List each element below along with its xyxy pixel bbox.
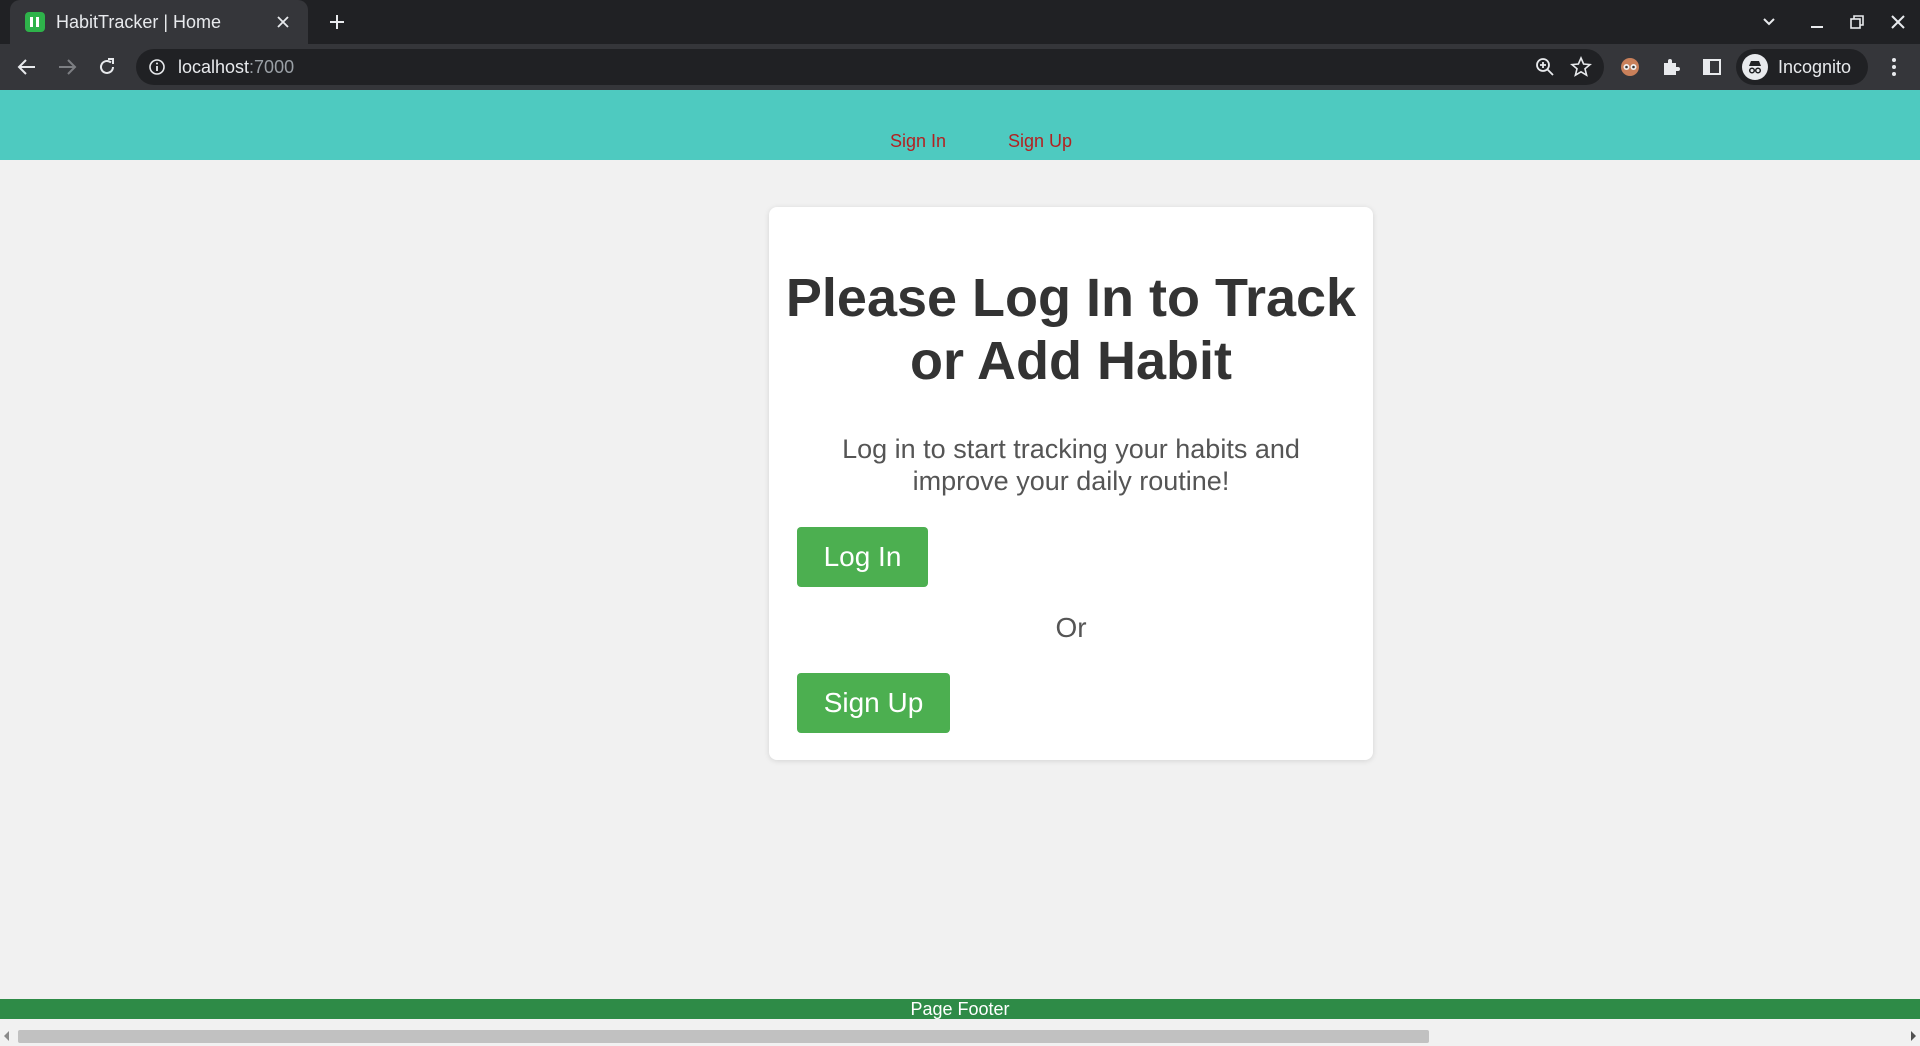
new-tab-icon[interactable]: [325, 10, 349, 34]
browser-tabstrip: HabitTracker | Home: [0, 0, 1920, 44]
minimize-icon[interactable]: [1805, 10, 1829, 34]
browser-tab[interactable]: HabitTracker | Home: [10, 0, 308, 44]
incognito-icon: [1742, 54, 1768, 80]
nav-sign-up-link[interactable]: Sign Up: [1008, 131, 1072, 152]
url-text: localhost:7000: [178, 57, 294, 78]
back-arrow-icon[interactable]: [15, 55, 39, 79]
horizontal-scrollbar[interactable]: [0, 1026, 1920, 1046]
side-panel-icon[interactable]: [1700, 55, 1724, 79]
or-separator: Or: [1055, 612, 1087, 643]
restore-window-icon[interactable]: [1845, 10, 1869, 34]
extension-mask-icon[interactable]: [1618, 55, 1642, 79]
url-host: localhost: [178, 57, 250, 77]
tab-title: HabitTracker | Home: [56, 11, 222, 32]
profile-button[interactable]: Incognito: [1736, 49, 1868, 85]
site-nav-bar: Sign In Sign Up: [0, 90, 1920, 160]
close-window-icon[interactable]: [1886, 10, 1910, 34]
close-tab-icon[interactable]: [272, 11, 294, 33]
scroll-right-arrow-icon[interactable]: [1911, 1031, 1916, 1041]
url-port: :7000: [249, 57, 295, 77]
habittracker-favicon-icon: [25, 12, 45, 32]
browser-menu-icon[interactable]: [1882, 55, 1906, 79]
address-bar[interactable]: localhost:7000: [136, 49, 1604, 85]
zoom-icon[interactable]: [1534, 56, 1556, 78]
log-in-button[interactable]: Log In: [797, 527, 928, 587]
reload-icon[interactable]: [95, 55, 119, 79]
sign-up-button[interactable]: Sign Up: [797, 673, 950, 733]
browser-toolbar: localhost:7000 Incognito: [0, 44, 1920, 90]
profile-label: Incognito: [1778, 56, 1852, 77]
nav-sign-in-link[interactable]: Sign In: [890, 131, 946, 152]
forward-arrow-icon[interactable]: [55, 55, 79, 79]
bookmark-star-icon[interactable]: [1570, 55, 1592, 78]
site-info-icon[interactable]: [148, 58, 166, 76]
page-subtitle: Log in to start tracking your habits and…: [842, 434, 1300, 496]
page-footer: Page Footer: [0, 999, 1920, 1019]
extensions-puzzle-icon[interactable]: [1659, 55, 1683, 79]
tab-search-chevron-down-icon[interactable]: [1757, 10, 1781, 34]
scroll-left-arrow-icon[interactable]: [4, 1031, 9, 1041]
scrollbar-thumb[interactable]: [18, 1030, 1429, 1043]
login-prompt-card: Please Log In to Track or Add Habit Log …: [769, 207, 1373, 760]
page-heading: Please Log In to Track or Add Habit: [785, 268, 1357, 391]
